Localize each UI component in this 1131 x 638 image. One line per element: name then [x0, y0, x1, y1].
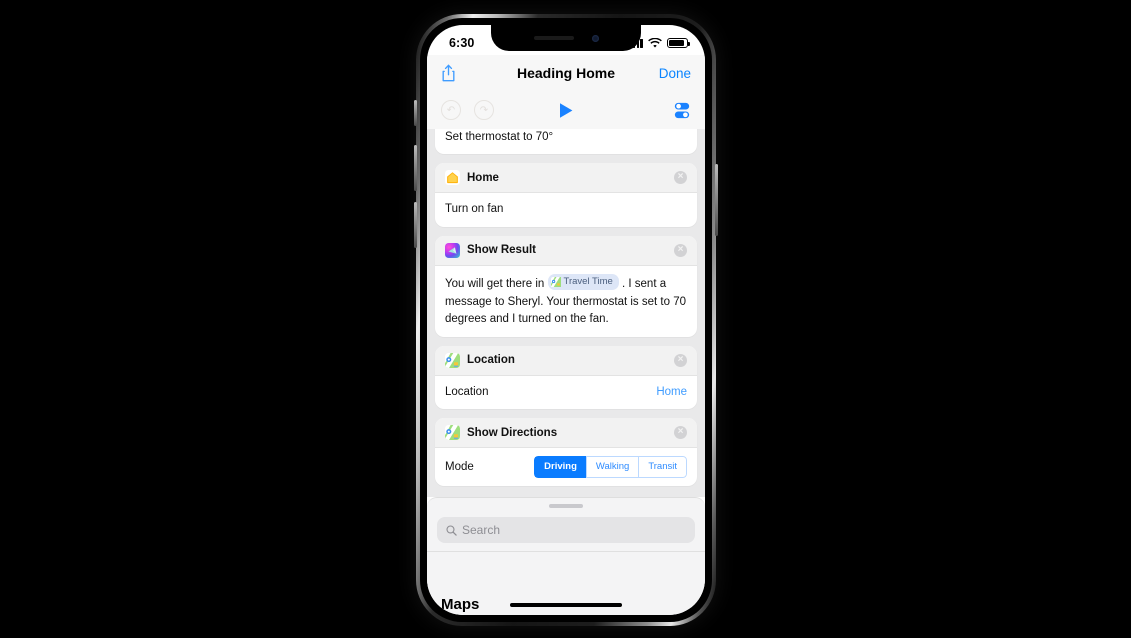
home-indicator[interactable]	[510, 603, 622, 607]
thermostat-body-text: Set thermostat to 70°	[445, 131, 554, 143]
search-icon	[446, 524, 457, 536]
editor-toolbar: ↶ ↷	[427, 91, 705, 129]
search-placeholder: Search	[462, 523, 501, 537]
earpiece-speaker	[533, 36, 574, 40]
action-card-show-directions[interactable]: Show Directions × Mode Driving Walking T…	[435, 418, 697, 487]
undo-icon[interactable]: ↶	[441, 100, 461, 120]
power-button[interactable]	[715, 164, 718, 236]
action-card-show-result[interactable]: Show Result × You will get there in Trav…	[435, 235, 697, 337]
navigation-bar: Heading Home Done	[427, 55, 705, 91]
shortcut-actions-list[interactable]: Set thermostat to 70° Home × Turn on fan…	[427, 129, 705, 497]
iphone-device-frame: 6:30 Heading Home Done ↶ ↷ Set thermosta…	[414, 14, 718, 626]
search-input[interactable]: Search	[437, 517, 695, 543]
settings-toggles-icon[interactable]	[673, 102, 691, 119]
volume-up-button[interactable]	[414, 145, 417, 191]
location-label: Location	[445, 385, 489, 398]
mode-segmented-control[interactable]: Driving Walking Transit	[534, 456, 687, 479]
location-value[interactable]: Home	[656, 384, 687, 401]
result-text-before: You will get there in	[445, 278, 545, 291]
mode-option-driving[interactable]: Driving	[534, 456, 586, 479]
sheet-divider	[427, 551, 705, 552]
action-card-location[interactable]: Location × Location Home	[435, 345, 697, 410]
home-app-icon	[445, 170, 460, 186]
mode-row[interactable]: Mode Driving Walking Transit	[435, 448, 697, 486]
card-header: Show Result ×	[435, 235, 697, 266]
notch	[491, 25, 641, 51]
home-body-text: Turn on fan	[445, 203, 504, 216]
mode-option-transit[interactable]: Transit	[638, 456, 687, 479]
maps-app-icon	[445, 425, 460, 441]
siri-shortcuts-icon	[445, 242, 460, 258]
card-title: Show Result	[467, 244, 537, 257]
phone-screen: 6:30 Heading Home Done ↶ ↷ Set thermosta…	[427, 25, 705, 615]
card-header: Home ×	[435, 163, 697, 194]
mute-switch[interactable]	[414, 100, 417, 126]
screenshot-root: 6:30 Heading Home Done ↶ ↷ Set thermosta…	[0, 0, 1131, 638]
play-icon[interactable]	[556, 102, 576, 119]
status-time: 6:30	[449, 36, 475, 50]
close-icon[interactable]: ×	[674, 171, 687, 185]
redo-icon[interactable]: ↷	[474, 100, 494, 120]
card-title: Home	[467, 171, 499, 184]
mode-label: Mode	[445, 460, 474, 473]
action-card-thermostat[interactable]: Set thermostat to 70°	[435, 129, 697, 155]
maps-app-label: Maps	[441, 596, 480, 613]
sheet-grabber[interactable]	[549, 504, 583, 508]
maps-bottom-sheet[interactable]: Search Maps	[427, 497, 705, 615]
wifi-icon	[648, 37, 662, 48]
mode-option-walking[interactable]: Walking	[585, 456, 639, 479]
battery-icon	[667, 38, 690, 48]
show-result-body[interactable]: You will get there in Travel Time . I se…	[435, 266, 697, 337]
front-camera-icon	[591, 34, 599, 42]
card-title: Show Directions	[467, 426, 558, 439]
close-icon[interactable]: ×	[674, 426, 687, 440]
device-bezel: 6:30 Heading Home Done ↶ ↷ Set thermosta…	[420, 18, 712, 622]
travel-time-token[interactable]: Travel Time	[547, 273, 619, 291]
share-icon[interactable]	[441, 64, 456, 82]
action-card-home[interactable]: Home × Turn on fan	[435, 163, 697, 227]
maps-icon	[550, 277, 561, 288]
token-label: Travel Time	[563, 275, 613, 287]
card-header: Location ×	[435, 345, 697, 376]
card-title: Location	[467, 354, 515, 367]
close-icon[interactable]: ×	[674, 353, 687, 367]
location-row[interactable]: Location Home	[435, 376, 697, 409]
done-button[interactable]: Done	[659, 66, 691, 81]
close-icon[interactable]: ×	[674, 243, 687, 257]
volume-down-button[interactable]	[414, 202, 417, 248]
card-header: Show Directions ×	[435, 418, 697, 449]
maps-app-icon	[445, 352, 460, 368]
